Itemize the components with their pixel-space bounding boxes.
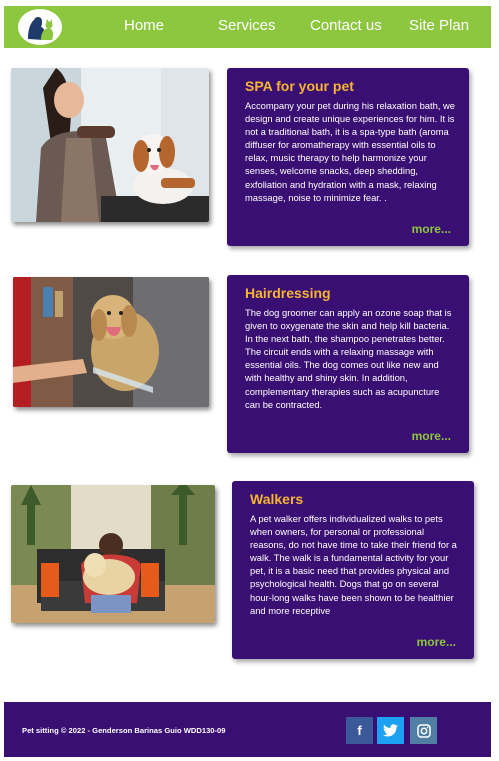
walkers-photo xyxy=(11,485,215,623)
nav-link-services[interactable]: Services xyxy=(218,17,276,34)
logo[interactable] xyxy=(18,9,62,45)
twitter-bird-icon xyxy=(383,724,398,737)
walkers-description: A pet walker offers individualized walks… xyxy=(250,513,457,616)
hairdressing-description: The dog groomer can apply an ozone soap … xyxy=(245,307,452,410)
top-nav: Home Services Contact us Site Plan xyxy=(4,6,491,48)
pet-logo-icon xyxy=(23,10,57,44)
nav-link-contact-us[interactable]: Contact us xyxy=(310,17,382,34)
walkers-title: Walkers xyxy=(250,491,304,507)
instagram-camera-icon xyxy=(416,723,431,738)
spa-description: Accompany your pet during his relaxation… xyxy=(245,100,456,203)
instagram-icon[interactable] xyxy=(410,717,437,744)
hairdressing-title: Hairdressing xyxy=(245,285,331,301)
hairdressing-photo xyxy=(13,277,209,407)
walkers-card: Walkers A pet walker offers individualiz… xyxy=(232,481,474,659)
facebook-icon[interactable]: f xyxy=(346,717,373,744)
spa-photo xyxy=(11,68,209,222)
walkers-more-link[interactable]: more... xyxy=(417,635,456,649)
twitter-icon[interactable] xyxy=(377,717,404,744)
hairdressing-card: Hairdressing The dog groomer can apply a… xyxy=(227,275,469,453)
footer-copyright: Pet sitting © 2022 - Genderson Barinas G… xyxy=(22,726,226,735)
nav-link-site-plan[interactable]: Site Plan xyxy=(409,17,469,34)
hairdressing-more-link[interactable]: more... xyxy=(412,429,451,443)
spa-title: SPA for your pet xyxy=(245,78,354,94)
footer: Pet sitting © 2022 - Genderson Barinas G… xyxy=(4,702,491,757)
spa-more-link[interactable]: more... xyxy=(412,222,451,236)
nav-link-home[interactable]: Home xyxy=(124,17,164,34)
spa-card: SPA for your pet Accompany your pet duri… xyxy=(227,68,469,246)
